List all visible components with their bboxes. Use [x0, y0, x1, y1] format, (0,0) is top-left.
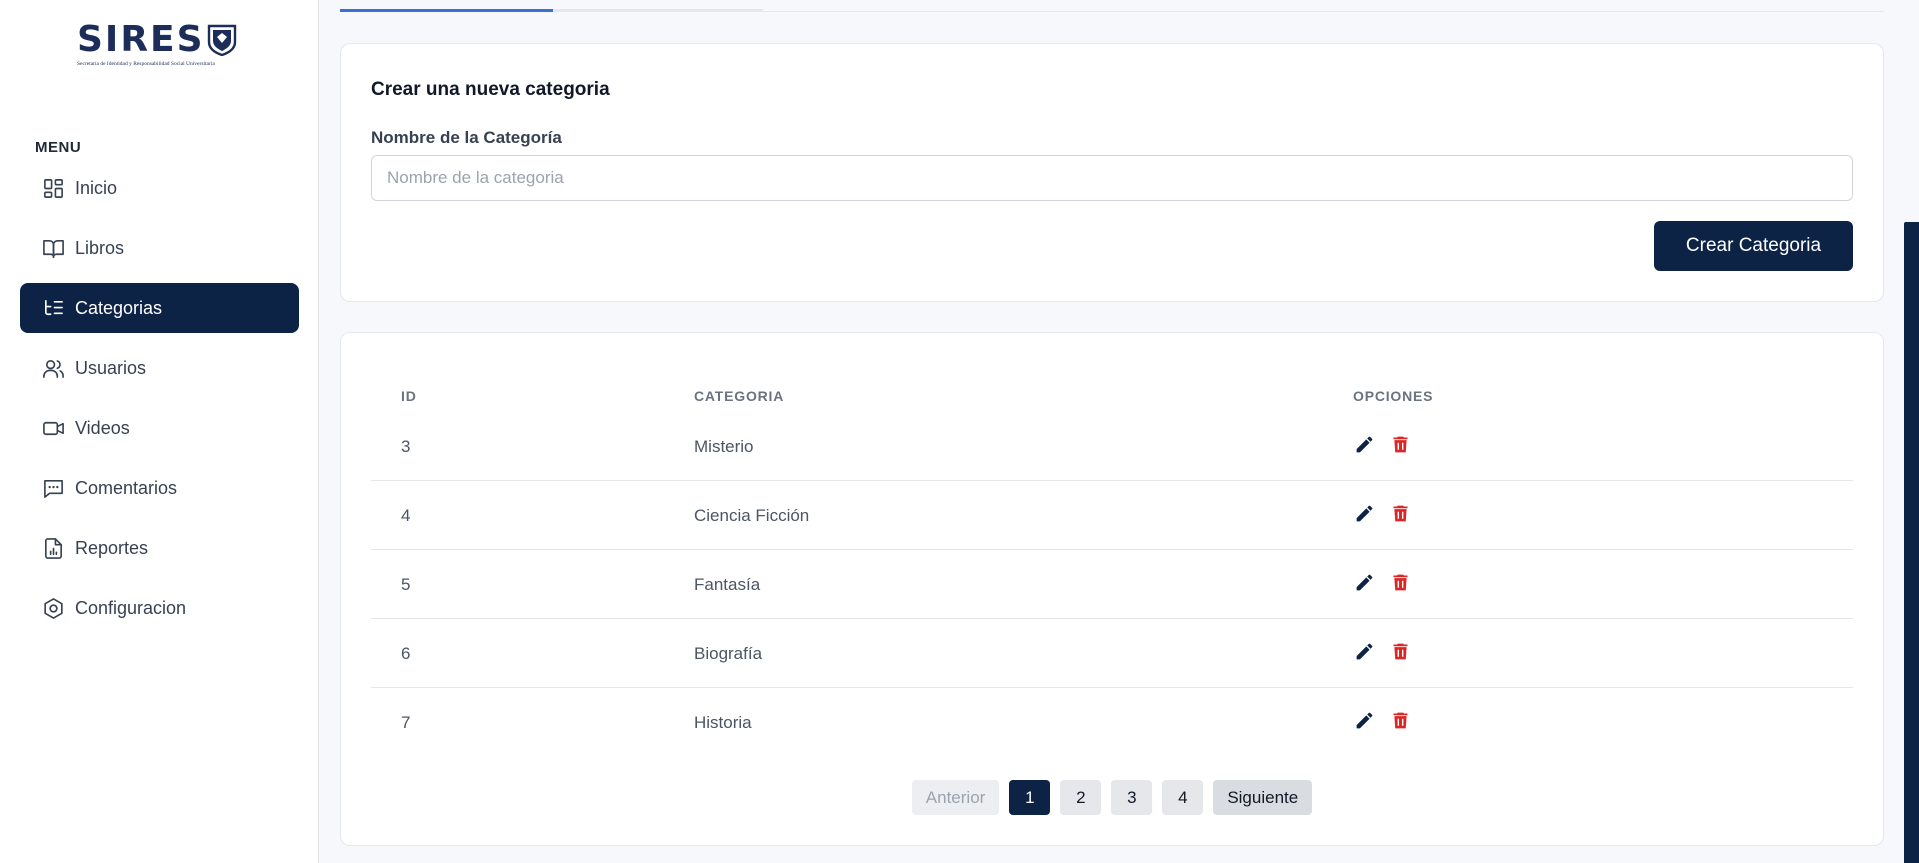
sidebar-item-label: Reportes: [75, 537, 149, 558]
sidebar-item-comentarios[interactable]: Comentarios: [20, 463, 299, 513]
scrollbar[interactable]: [1904, 222, 1919, 863]
header-categoria: CATEGORIA: [694, 388, 785, 404]
sires-logo[interactable]: SIRES Secretaría de Identidad y Responsa…: [77, 22, 243, 72]
row-options: [1353, 501, 1411, 525]
cell-categoria: Biografía: [694, 644, 763, 663]
sidebar-item-videos[interactable]: Videos: [20, 403, 299, 453]
delete-icon[interactable]: [1389, 501, 1411, 525]
sidebar-item-label: Comentarios: [75, 477, 178, 498]
cell-id: 5: [401, 575, 411, 594]
sidebar-item-categorias[interactable]: Categorias: [20, 283, 299, 333]
prev-page-button[interactable]: Anterior: [911, 780, 1000, 815]
sidebar-nav: Inicio Libros Categorias Usuarios Videos: [20, 163, 299, 643]
list-tree-icon: [41, 296, 65, 320]
sidebar-item-libros[interactable]: Libros: [20, 223, 299, 273]
header-opciones: OPCIONES: [1353, 388, 1434, 404]
delete-icon[interactable]: [1389, 432, 1411, 456]
tab-active-indicator[interactable]: [340, 9, 553, 12]
cell-id: 3: [401, 437, 411, 456]
category-name-input[interactable]: [371, 155, 1853, 201]
sidebar-item-label: Configuracion: [75, 597, 187, 618]
sidebar-item-label: Libros: [75, 237, 125, 258]
cell-categoria: Historia: [694, 713, 752, 732]
sidebar-item-label: Inicio: [75, 177, 118, 198]
logo-subtitle: Secretaría de Identidad y Responsabilida…: [77, 61, 215, 67]
sidebar-item-label: Categorias: [75, 297, 163, 318]
tab-inactive-indicator[interactable]: [553, 9, 763, 12]
edit-icon[interactable]: [1353, 708, 1375, 732]
form-title: Crear una nueva categoria: [371, 79, 610, 100]
logo-text: SIRES: [77, 19, 205, 60]
sidebar-item-label: Usuarios: [75, 357, 147, 378]
shield-emblem-icon: [207, 24, 236, 56]
cell-categoria: Fantasía: [694, 575, 761, 594]
row-options: [1353, 432, 1411, 456]
row-options: [1353, 570, 1411, 594]
cell-categoria: Misterio: [694, 437, 754, 456]
report-icon: [41, 536, 65, 560]
sidebar-item-inicio[interactable]: Inicio: [20, 163, 299, 213]
cell-id: 6: [401, 644, 411, 663]
header-id: ID: [401, 388, 417, 404]
page-button-4[interactable]: 4: [1162, 780, 1204, 815]
row-options: [1353, 639, 1411, 663]
table-row: 3 Misterio: [371, 412, 1853, 481]
book-icon: [41, 236, 65, 260]
sidebar-item-reportes[interactable]: Reportes: [20, 523, 299, 573]
sidebar: SIRES Secretaría de Identidad y Responsa…: [0, 0, 319, 863]
cell-id: 7: [401, 713, 411, 732]
settings-icon: [41, 596, 65, 620]
page-button-3[interactable]: 3: [1111, 780, 1153, 815]
categories-table-card: ID CATEGORIA OPCIONES 3 Misterio 4 Ciencia …: [340, 332, 1884, 846]
table-row: 6 Biografía: [371, 619, 1853, 688]
page-button-2[interactable]: 2: [1060, 780, 1102, 815]
tab-strip: [340, 0, 1884, 12]
table-row: 5 Fantasía: [371, 550, 1853, 619]
sidebar-item-label: Videos: [75, 417, 130, 438]
table-row: 7 Historia: [371, 688, 1853, 757]
users-icon: [41, 356, 65, 380]
video-icon: [41, 416, 65, 440]
edit-icon[interactable]: [1353, 639, 1375, 663]
comment-icon: [41, 476, 65, 500]
edit-icon[interactable]: [1353, 570, 1375, 594]
create-category-card: Crear una nueva categoria Nombre de la C…: [340, 43, 1884, 302]
menu-title: MENU: [35, 139, 82, 156]
row-options: [1353, 708, 1411, 732]
edit-icon[interactable]: [1353, 432, 1375, 456]
cell-categoria: Ciencia Ficción: [694, 506, 810, 525]
edit-icon[interactable]: [1353, 501, 1375, 525]
pagination: Anterior 1 2 3 4 Siguiente: [341, 780, 1883, 815]
table-row: 4 Ciencia Ficción: [371, 481, 1853, 550]
delete-icon[interactable]: [1389, 639, 1411, 663]
sidebar-item-configuracion[interactable]: Configuracion: [20, 583, 299, 633]
category-name-label: Nombre de la Categoría: [371, 128, 562, 147]
page-button-1[interactable]: 1: [1009, 780, 1051, 815]
delete-icon[interactable]: [1389, 708, 1411, 732]
create-category-button[interactable]: Crear Categoria: [1654, 221, 1853, 271]
sidebar-item-usuarios[interactable]: Usuarios: [20, 343, 299, 393]
dashboard-icon: [41, 176, 65, 200]
delete-icon[interactable]: [1389, 570, 1411, 594]
logo-wordmark: SIRES: [77, 22, 243, 58]
next-page-button[interactable]: Siguiente: [1213, 780, 1313, 815]
cell-id: 4: [401, 506, 411, 525]
table-header: ID CATEGORIA OPCIONES: [371, 381, 1853, 411]
